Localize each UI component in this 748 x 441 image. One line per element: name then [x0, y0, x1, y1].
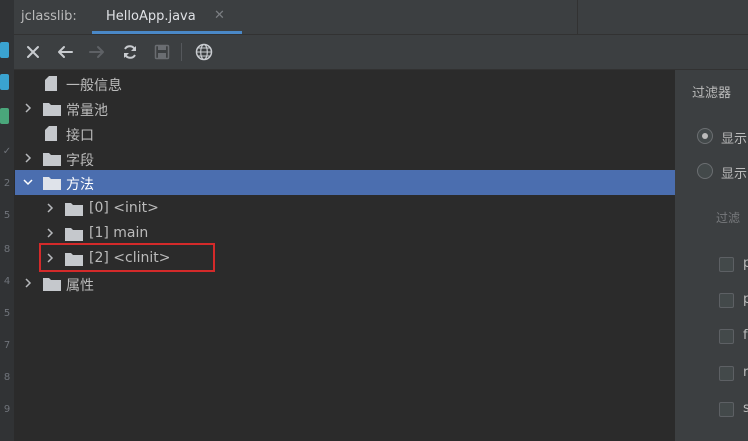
tree-item-label: 属性	[66, 278, 94, 294]
checkbox-label: r	[743, 365, 748, 380]
tree-item-label: 常量池	[66, 103, 108, 119]
tree-item-fields[interactable]: 字段	[14, 146, 675, 171]
active-tab-indicator	[92, 31, 242, 34]
filter-checkbox[interactable]	[719, 402, 734, 417]
checkbox-label: p	[743, 256, 748, 271]
folder-icon	[43, 101, 61, 120]
gutter-run-icon[interactable]	[0, 74, 9, 90]
tree-item-method-init[interactable]: [0] <init>	[14, 196, 675, 221]
gutter-mark: 8	[3, 372, 11, 383]
chevron-right-icon[interactable]	[44, 227, 56, 239]
tree-item-interfaces[interactable]: 接口	[14, 121, 675, 146]
gutter-mark: 9	[3, 404, 11, 415]
filter-panel-title: 过滤器	[692, 86, 732, 101]
folder-icon	[43, 276, 61, 295]
tab-helloapp-java[interactable]: HelloApp.java ✕	[90, 0, 242, 34]
toolbar-separator	[181, 43, 182, 61]
chevron-right-icon[interactable]	[22, 152, 34, 164]
gutter-mark: ✓	[2, 146, 12, 157]
globe-icon[interactable]	[192, 40, 216, 64]
tab-bar-divider	[577, 0, 578, 34]
filter-subtitle: 过滤	[716, 211, 741, 225]
filter-panel: 过滤器 显示 显示 过滤 p p f r s	[675, 70, 748, 441]
filter-checkbox[interactable]	[719, 293, 734, 308]
gutter-mark: 2	[3, 178, 11, 189]
left-gutter: ✓ 2 5 8 4 5 7 8 9	[0, 0, 14, 441]
checkbox-label: s	[743, 401, 748, 416]
filter-checkbox[interactable]	[719, 366, 734, 381]
chevron-down-icon[interactable]	[22, 176, 34, 188]
file-icon	[45, 126, 57, 145]
tree-item-label: 方法	[66, 177, 94, 193]
filter-checkbox[interactable]	[719, 257, 734, 272]
tree-item-label: 一般信息	[66, 78, 122, 94]
radio-label: 显示	[721, 132, 748, 147]
tree-item-constant-pool[interactable]: 常量池	[14, 96, 675, 121]
folder-icon	[65, 201, 83, 220]
tree-item-label: 接口	[66, 128, 94, 144]
gutter-run-icon[interactable]	[0, 42, 9, 58]
filter-radio-option-1[interactable]	[697, 128, 713, 144]
gutter-mark: 5	[3, 308, 11, 319]
forward-arrow-icon[interactable]	[85, 40, 109, 64]
gutter-mark: 7	[3, 340, 11, 351]
close-icon[interactable]	[21, 40, 45, 64]
gutter-mark: 4	[3, 276, 11, 287]
refresh-icon[interactable]	[118, 40, 142, 64]
file-icon	[45, 76, 57, 95]
chevron-right-icon[interactable]	[44, 202, 56, 214]
chevron-right-icon[interactable]	[22, 102, 34, 114]
gutter-mark: 8	[3, 244, 11, 255]
save-icon[interactable]	[150, 40, 174, 64]
tab-label: HelloApp.java	[106, 9, 196, 24]
filter-checkbox[interactable]	[719, 329, 734, 344]
filter-radio-option-2[interactable]	[697, 163, 713, 179]
checkbox-label: p	[743, 292, 748, 307]
highlight-annotation-box	[39, 243, 215, 272]
folder-icon	[43, 151, 61, 170]
tree-item-general-info[interactable]: 一般信息	[14, 71, 675, 96]
tab-bar: jclasslib: HelloApp.java ✕	[14, 0, 748, 35]
tree-item-methods[interactable]: 方法	[15, 170, 675, 195]
toolbar	[14, 35, 748, 70]
tool-window-title: jclasslib:	[21, 9, 77, 24]
tree-item-label: 字段	[66, 153, 94, 169]
tree-item-label: [1] main	[89, 225, 149, 241]
tree-item-attributes[interactable]: 属性	[14, 271, 675, 296]
checkbox-label: f	[743, 328, 748, 343]
tree-item-label: [0] <init>	[89, 200, 159, 216]
folder-icon	[43, 175, 61, 194]
radio-label: 显示	[721, 167, 748, 182]
back-arrow-icon[interactable]	[53, 40, 77, 64]
tab-close-icon[interactable]: ✕	[214, 8, 225, 23]
chevron-right-icon[interactable]	[22, 277, 34, 289]
gutter-mark: 5	[3, 210, 11, 221]
gutter-run-icon[interactable]	[0, 108, 9, 124]
